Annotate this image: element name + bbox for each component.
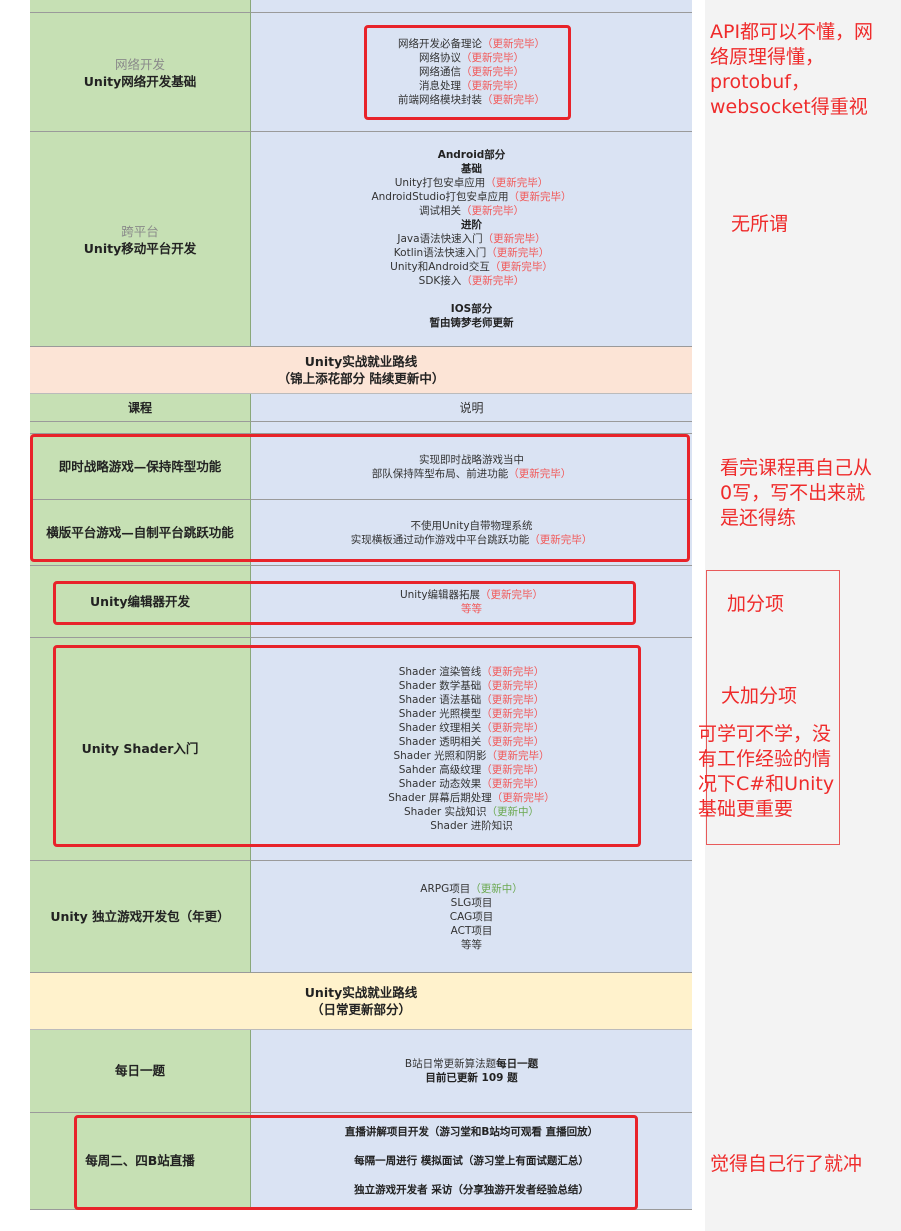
- highlight-editor: [53, 581, 636, 625]
- mobile-line: Java语法快速入门（更新完毕）: [397, 233, 546, 245]
- daily-left-cell: 每日一题: [30, 1030, 251, 1113]
- basic-header: 基础: [461, 163, 482, 175]
- header-col-course: 课程: [30, 394, 251, 422]
- shader-annotation: 大加分项: [721, 685, 798, 707]
- mobile-line: Unity打包安卓应用（更新完毕）: [394, 177, 549, 189]
- spacer-left: [30, 422, 251, 434]
- indie-line: CAG项目: [449, 910, 494, 923]
- mobile-line: 调试相关（更新完毕）: [419, 205, 524, 217]
- daily-line: 目前已更新 109 题: [425, 1072, 518, 1084]
- ios-note: 暂由铸梦老师更新: [429, 317, 514, 329]
- section-band-1: Unity实战就业路线 （锦上添花部分 陆续更新中）: [30, 347, 692, 394]
- indie-line: ACT项目: [450, 924, 493, 937]
- prev-row-right: [251, 0, 692, 13]
- advanced-header: 进阶: [461, 219, 482, 231]
- header-col-desc: 说明: [251, 394, 692, 422]
- highlight-network: [364, 25, 571, 120]
- editor-annotation: 加分项: [727, 593, 785, 615]
- ios-header: IOS部分: [450, 303, 493, 315]
- mobile-line: AndroidStudio打包安卓应用（更新完毕）: [371, 191, 572, 203]
- daily-line: B站日常更新算法题每日一题: [404, 1058, 539, 1070]
- mobile-category: 跨平台: [121, 223, 159, 239]
- daily-right-cell: B站日常更新算法题每日一题 目前已更新 109 题: [251, 1030, 692, 1113]
- highlight-shader: [53, 645, 641, 847]
- mobile-line: Kotlin语法快速入门（更新完毕）: [393, 247, 550, 259]
- daily-title: 每日一题: [114, 1063, 165, 1078]
- indie-right-cell: ARPG项目（更新中） SLG项目 CAG项目 ACT项目 等等: [251, 861, 692, 973]
- indie-left-cell: Unity 独立游戏开发包（年更）: [30, 861, 251, 973]
- section-band-2: Unity实战就业路线 （日常更新部分）: [30, 973, 692, 1030]
- network-left-cell: 网络开发 Unity网络开发基础: [30, 13, 251, 132]
- band1-subtitle: （锦上添花部分 陆续更新中）: [277, 371, 445, 386]
- mobile-course-title: Unity移动平台开发: [83, 240, 197, 256]
- indie-line: SLG项目: [450, 896, 493, 909]
- mobile-line: SDK接入（更新完毕）: [418, 275, 525, 287]
- mobile-line: Unity和Android交互（更新完毕）: [390, 261, 553, 273]
- live-annotation: 觉得自己行了就冲: [710, 1153, 863, 1175]
- band2-title: Unity实战就业路线: [304, 985, 418, 1000]
- indie-line: 等等: [461, 938, 482, 951]
- highlight-projects: [30, 434, 690, 562]
- network-course-title: Unity网络开发基础: [83, 73, 197, 89]
- document-page: 网络开发 Unity网络开发基础 网络开发必备理论（更新完毕） 网络协议（更新完…: [0, 0, 705, 1231]
- shader-annotation-detail: 可学可不学，没 有工作经验的情 况下C#和Unity 基础更重要: [698, 723, 835, 820]
- mobile-annotation: 无所谓: [731, 213, 789, 235]
- mobile-left-cell: 跨平台 Unity移动平台开发: [30, 132, 251, 347]
- spacer-right: [251, 422, 692, 434]
- highlight-live: [74, 1115, 638, 1210]
- band1-title: Unity实战就业路线: [304, 354, 418, 369]
- network-annotation: API都可以不懂，网 络原理得懂， protobuf， websocket得重视: [710, 21, 874, 118]
- android-header: Android部分: [437, 149, 506, 161]
- band2-subtitle: （日常更新部分）: [310, 1002, 411, 1017]
- prev-row-left: [30, 0, 251, 13]
- indie-title: Unity 独立游戏开发包（年更）: [50, 908, 230, 924]
- indie-line: ARPG项目（更新中）: [420, 882, 523, 895]
- mobile-right-cell: Android部分 基础 Unity打包安卓应用（更新完毕） AndroidSt…: [251, 132, 692, 347]
- projects-annotation: 看完课程再自己从 0写，写不出来就 是还得练: [720, 457, 873, 529]
- network-category: 网络开发: [114, 56, 165, 72]
